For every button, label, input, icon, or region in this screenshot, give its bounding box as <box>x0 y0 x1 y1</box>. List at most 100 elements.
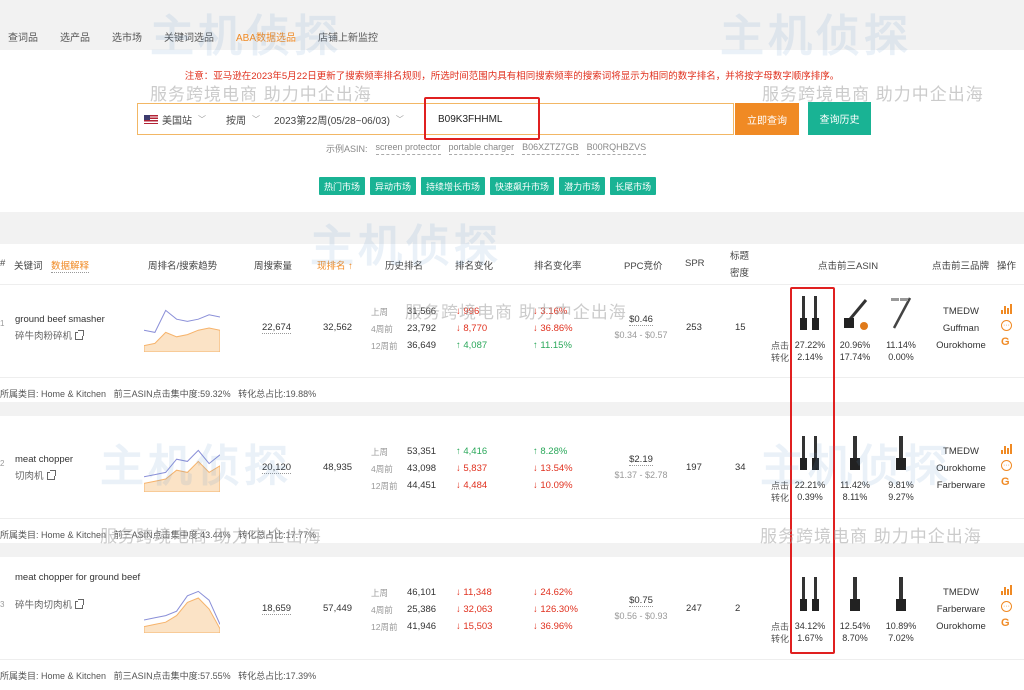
keyword-text[interactable]: meat chopper <box>15 453 145 466</box>
asin-product-image[interactable] <box>842 434 868 472</box>
market-fast-rising[interactable]: 快速飙升市场 <box>490 177 555 195</box>
asin-product-image[interactable] <box>797 434 823 472</box>
asin-click-share: 22.21% <box>794 480 826 490</box>
site-label: 美国站 <box>162 115 192 127</box>
market-abnormal[interactable]: 异动市场 <box>370 177 417 195</box>
product-image-shape <box>800 318 807 330</box>
external-link-icon[interactable] <box>75 599 85 610</box>
product-image-shape <box>802 577 805 599</box>
nav-item-market[interactable]: 选市场 <box>112 29 142 44</box>
history-rank-value: 36,649 <box>407 340 437 351</box>
asin-conversion-share: 0.39% <box>797 492 823 502</box>
rank-change-value: ↓ 8,770 <box>456 323 488 334</box>
example-link[interactable]: B00RQHBZVS <box>586 142 647 155</box>
asin-product-image[interactable] <box>842 575 868 613</box>
rank-change-value: ↑ 4,416 <box>456 446 488 457</box>
keyword-text[interactable]: meat chopper for ground beef <box>15 571 145 584</box>
brand-name[interactable]: Ourokhome <box>926 463 996 474</box>
product-image-shape <box>853 436 857 458</box>
history-button[interactable]: 查询历史 <box>808 102 871 135</box>
bar-chart-icon[interactable] <box>1001 444 1013 454</box>
asin-conversion-share: 17.74% <box>839 352 871 362</box>
external-link-icon[interactable] <box>46 470 56 481</box>
example-link[interactable]: B06XZTZ7GB <box>522 142 579 155</box>
nav-item-keyword[interactable]: 关键词选品 <box>164 29 214 44</box>
asin-click-share: 10.89% <box>885 621 917 631</box>
asin-conversion-share: 8.70% <box>842 633 868 643</box>
product-image-shape <box>800 458 807 470</box>
asin-product-image[interactable] <box>888 434 914 472</box>
trend-sparkline[interactable] <box>144 587 220 633</box>
query-button[interactable]: 立即查询 <box>735 103 799 135</box>
bar-chart-icon[interactable] <box>1001 585 1013 595</box>
table-header: # 关键词 数据解释 周排名/搜索趋势 周搜索量 现排名 ↑ 历史排名 排名变化… <box>0 244 1024 284</box>
nav-item-word[interactable]: 查词品 <box>8 29 38 44</box>
brand-name[interactable]: TMEDW <box>926 306 996 317</box>
col-volume[interactable]: 周搜索量 <box>254 258 292 272</box>
ppc-range: $0.34 - $0.57 <box>614 330 668 340</box>
current-rank: 57,449 <box>323 603 353 614</box>
more-icon[interactable]: ··· <box>1001 460 1012 471</box>
history-label: 12周前 <box>371 622 398 632</box>
product-image-shape <box>802 296 805 318</box>
ppc-range: $1.37 - $2.78 <box>614 470 668 480</box>
example-link[interactable]: screen protector <box>375 142 441 155</box>
brand-name[interactable]: Farberware <box>926 604 996 615</box>
brand-name[interactable]: Ourokhome <box>926 340 996 351</box>
keyword-text[interactable]: ground beef smasher <box>15 313 145 326</box>
rank-change-rate-value: ↓ 3.16% <box>533 306 568 317</box>
asin-product-image[interactable] <box>888 294 914 332</box>
col-title-density-2: 密度 <box>730 268 750 279</box>
brand-name[interactable]: Farberware <box>926 480 996 491</box>
asin-click-share: 9.81% <box>888 480 914 490</box>
col-keyword: 关键词 <box>14 261 43 272</box>
market-potential[interactable]: 潜力市场 <box>559 177 606 195</box>
history-label: 上周 <box>371 447 389 457</box>
rank-change-value: ↓ 15,503 <box>456 621 493 632</box>
brand-name[interactable]: TMEDW <box>926 446 996 457</box>
bar-chart-icon[interactable] <box>1001 304 1013 314</box>
trend-sparkline[interactable] <box>144 446 220 492</box>
data-explain-link[interactable]: 数据解释 <box>51 258 90 273</box>
rank-change-rate-value: ↓ 24.62% <box>533 587 573 598</box>
asin-product-image[interactable] <box>797 575 823 613</box>
market-hot[interactable]: 热门市场 <box>319 177 366 195</box>
asin-product-image[interactable] <box>888 575 914 613</box>
product-image-shape <box>812 318 819 330</box>
click-label: 点击 <box>771 481 790 491</box>
row-operations: ··· G <box>1001 444 1015 488</box>
more-icon[interactable]: ··· <box>1001 601 1012 612</box>
more-icon[interactable]: ··· <box>1001 320 1012 331</box>
external-link-icon[interactable] <box>75 330 85 341</box>
brand-name[interactable]: Guffman <box>926 323 996 334</box>
history-rank-value: 43,098 <box>407 463 437 474</box>
brand-name[interactable]: Ourokhome <box>926 621 996 632</box>
trend-sparkline[interactable] <box>144 306 220 352</box>
asin-product-image[interactable] <box>797 294 823 332</box>
brand-name[interactable]: TMEDW <box>926 587 996 598</box>
google-icon[interactable]: G <box>1001 617 1015 629</box>
market-long-tail[interactable]: 长尾市场 <box>610 177 657 195</box>
category-text: 所属类目: Home & Kitchen <box>0 530 107 540</box>
site-select[interactable]: 美国站 ﹀ <box>138 104 220 134</box>
col-rank-change-rate[interactable]: 排名变化率 <box>534 258 582 272</box>
example-link[interactable]: portable charger <box>448 142 515 155</box>
google-icon[interactable]: G <box>1001 476 1015 488</box>
period-label: 按周 <box>226 115 246 127</box>
col-rank-change[interactable]: 排名变化 <box>455 258 493 272</box>
asin-product-image[interactable] <box>842 294 868 332</box>
google-icon[interactable]: G <box>1001 336 1015 348</box>
history-rank-value: 53,351 <box>407 446 437 457</box>
col-spr[interactable]: SPR <box>685 258 705 269</box>
product-image-shape <box>896 599 906 611</box>
history-label: 12周前 <box>371 341 398 351</box>
nav-item-store-monitor[interactable]: 店铺上新监控 <box>318 29 378 44</box>
nav-item-aba[interactable]: ABA数据选品 <box>236 29 296 44</box>
weekly-volume: 20,120 <box>262 462 292 474</box>
col-current-rank[interactable]: 现排名 ↑ <box>317 258 353 272</box>
market-steady-growth[interactable]: 持续增长市场 <box>421 177 486 195</box>
nav-item-product[interactable]: 选产品 <box>60 29 90 44</box>
product-image-shape <box>850 458 860 470</box>
period-select[interactable]: 按周 ﹀ <box>220 104 268 134</box>
week-select[interactable]: 2023第22周(05/28~06/03) ﹀ <box>268 104 418 134</box>
